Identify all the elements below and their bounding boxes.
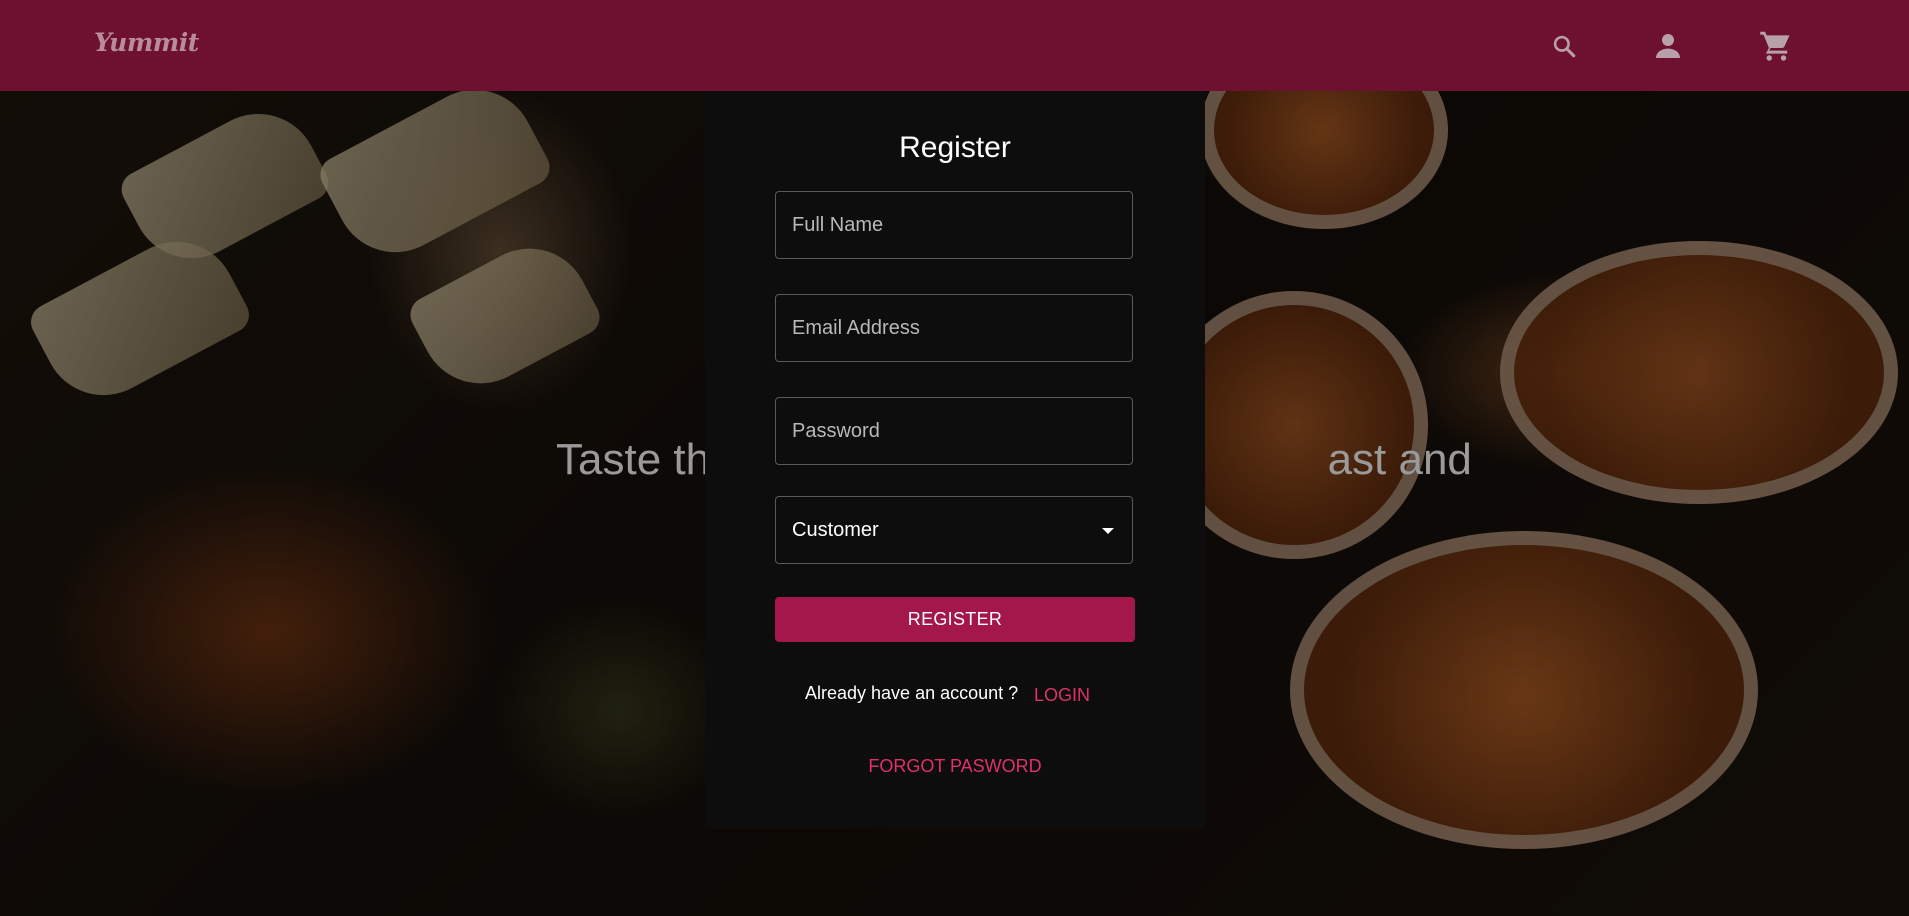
top-app-bar: Yummit — [0, 0, 1909, 91]
full-name-field[interactable] — [775, 191, 1133, 259]
role-select[interactable]: Customer — [775, 496, 1133, 564]
chevron-down-icon — [1102, 528, 1114, 534]
email-field[interactable] — [775, 294, 1133, 362]
password-field[interactable] — [775, 397, 1133, 465]
forgot-password-link[interactable]: FORGOT PASWORD — [705, 756, 1205, 777]
logo[interactable]: Yummit — [94, 28, 199, 57]
register-title: Register — [899, 131, 1011, 164]
full-name-input[interactable] — [776, 192, 1132, 258]
register-button[interactable]: REGISTER — [775, 597, 1135, 642]
role-select-value: Customer — [792, 519, 879, 541]
email-input[interactable] — [776, 295, 1132, 361]
search-icon[interactable] — [1551, 33, 1577, 59]
hero-tagline-end: ast and — [1327, 435, 1472, 484]
already-account-text: Already have an account ? — [805, 683, 1019, 703]
cart-icon[interactable] — [1758, 28, 1794, 64]
password-input[interactable] — [776, 398, 1132, 464]
login-link[interactable]: LOGIN — [1034, 685, 1090, 706]
account-icon[interactable] — [1652, 30, 1684, 62]
register-card: Register Customer REGISTER Already have … — [705, 91, 1205, 829]
